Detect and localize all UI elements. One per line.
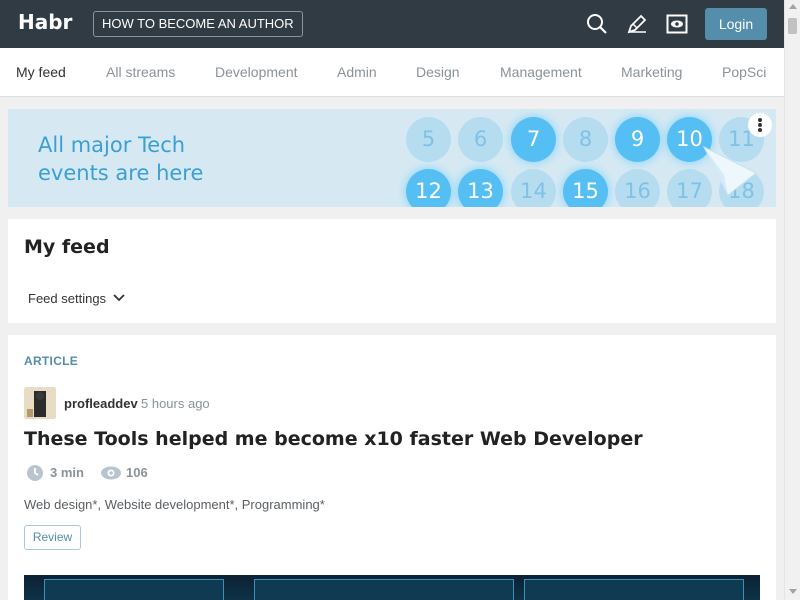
reading-time: 3 min [50, 465, 84, 480]
habr-logo[interactable]: Habr [18, 10, 72, 34]
nav-tab-admin[interactable]: Admin [337, 64, 377, 80]
article-title[interactable]: These Tools helped me become x10 faster … [24, 428, 764, 450]
post-type-label: ARTICLE [24, 354, 79, 368]
article-hubs[interactable]: Web design*, Website development*, Progr… [24, 497, 325, 512]
nav-tab-management[interactable]: Management [500, 64, 582, 80]
chevron-down-icon[interactable] [112, 293, 126, 303]
banner-number: 7 [511, 117, 556, 162]
banner-number: 9 [615, 117, 660, 162]
scroll-down-arrow-icon[interactable] [789, 589, 797, 594]
article-card: ARTICLE profleaddev 5 hours ago These To… [8, 335, 776, 600]
banner-number: 8 [563, 117, 608, 162]
article-cover-image[interactable] [24, 575, 760, 600]
events-banner[interactable]: All major Tech events are here 5 6 7 8 9… [8, 109, 776, 207]
nav-tab-my-feed[interactable]: My feed [16, 64, 66, 80]
author-name[interactable]: profleaddev [64, 396, 138, 411]
page-title: My feed [24, 236, 110, 258]
paper-plane-icon [702, 145, 757, 196]
banner-number: 6 [458, 117, 503, 162]
how-to-become-author-button[interactable]: HOW TO BECOME AN AUTHOR [93, 11, 303, 37]
banner-number: 5 [406, 117, 451, 162]
nav-tab-all-streams[interactable]: All streams [106, 64, 175, 80]
search-icon[interactable] [586, 13, 608, 35]
nav-tab-design[interactable]: Design [416, 64, 460, 80]
scrollbar-thumb[interactable] [788, 18, 797, 34]
top-header: Habr HOW TO BECOME AN AUTHOR Login [0, 0, 784, 48]
views-count: 106 [126, 465, 148, 480]
pen-icon[interactable] [626, 13, 648, 35]
banner-more-icon[interactable] [748, 113, 772, 137]
clock-icon [27, 465, 43, 481]
nav-tab-development[interactable]: Development [215, 64, 298, 80]
banner-headline: All major Tech events are here [38, 133, 204, 185]
scroll-up-arrow-icon[interactable] [789, 4, 797, 9]
banner-number: 16 [615, 169, 660, 207]
login-button[interactable]: Login [705, 8, 767, 40]
feed-settings-toggle[interactable]: Feed settings [28, 291, 106, 306]
nav-tab-marketing[interactable]: Marketing [621, 64, 682, 80]
banner-number: 12 [406, 169, 451, 207]
my-feed-card: My feed Feed settings [8, 219, 776, 323]
review-badge[interactable]: Review [24, 525, 81, 550]
nav-tab-popsci[interactable]: PopSci [722, 64, 766, 80]
eye-icon[interactable] [666, 13, 688, 35]
publish-time: 5 hours ago [141, 396, 210, 411]
banner-number: 15 [563, 169, 608, 207]
author-avatar[interactable] [24, 387, 56, 419]
stream-nav: My feed All streams Development Admin De… [0, 48, 784, 97]
banner-number: 13 [458, 169, 503, 207]
banner-number: 14 [511, 169, 556, 207]
vertical-scrollbar[interactable] [784, 0, 800, 600]
views-eye-icon [101, 466, 121, 480]
